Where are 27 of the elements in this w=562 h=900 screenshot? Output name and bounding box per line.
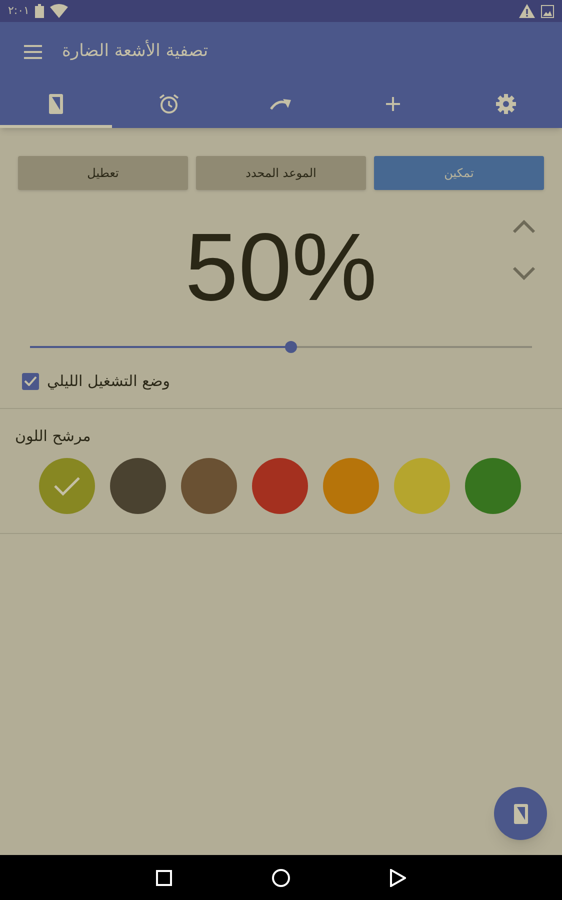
back-icon[interactable] xyxy=(390,868,406,886)
decrease-icon[interactable] xyxy=(512,266,536,280)
intensity-value: 50% xyxy=(184,220,378,316)
app-title: تصفية الأشعة الضارة xyxy=(62,39,208,64)
mode-button[interactable]: الموعد المحدد xyxy=(196,156,366,190)
plus-icon xyxy=(386,96,400,110)
color-filter-label: مرشح اللون xyxy=(15,426,91,447)
mode-button[interactable]: تمكين xyxy=(374,156,544,190)
intensity-slider[interactable] xyxy=(30,341,532,353)
menu-icon[interactable] xyxy=(24,45,42,59)
night-mode-label: وضع التشغيل الليلي xyxy=(47,370,170,392)
status-time: ٢:٠١ xyxy=(8,2,30,19)
mode-button[interactable]: تعطيل xyxy=(18,156,188,190)
check-icon xyxy=(54,476,80,496)
recents-icon[interactable] xyxy=(156,870,172,886)
wifi-icon xyxy=(50,4,68,18)
settings-icon xyxy=(496,94,516,114)
phone-icon xyxy=(514,804,528,824)
increase-icon[interactable] xyxy=(512,220,536,234)
home-icon[interactable] xyxy=(272,868,290,886)
phone-icon xyxy=(49,94,64,114)
image-icon xyxy=(541,4,554,18)
battery-icon xyxy=(35,4,44,18)
alarm-icon xyxy=(158,94,179,114)
warning-icon xyxy=(519,4,535,18)
night-mode-checkbox[interactable] xyxy=(22,372,39,390)
redo-icon xyxy=(270,98,292,110)
